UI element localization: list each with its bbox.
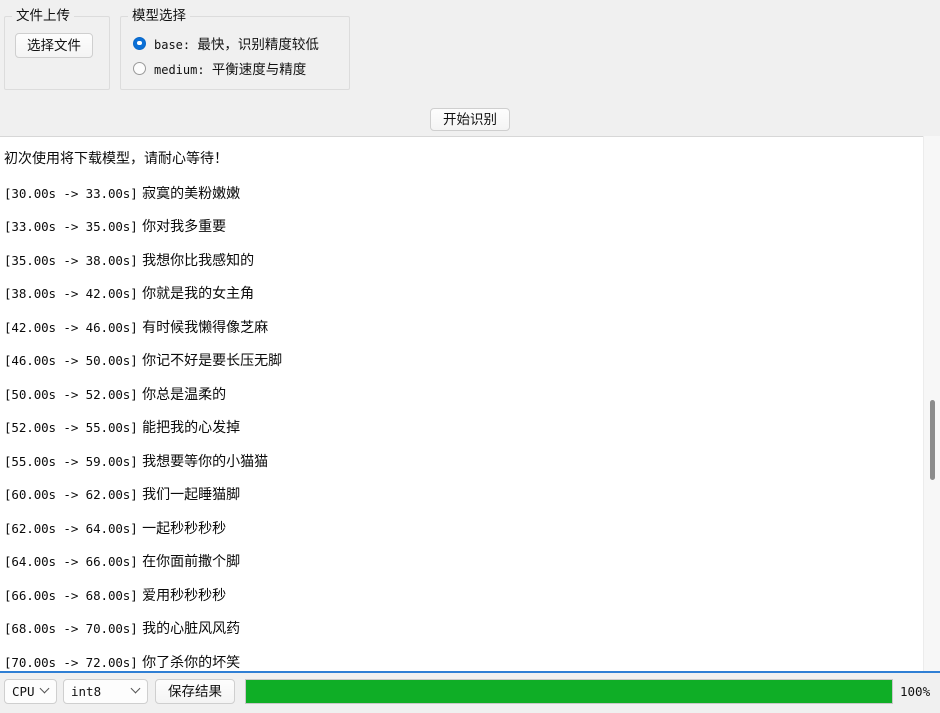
transcript-text: 你对我多重要	[137, 219, 227, 235]
transcript-text: 我的心脏风风药	[137, 621, 241, 637]
transcript-timestamp: [42.00s -> 46.00s]	[4, 319, 138, 335]
transcript-text: 你记不好是要长压无脚	[137, 353, 283, 369]
radio-option-medium-label: medium: 平衡速度与精度	[154, 62, 307, 78]
transcript-timestamp: [70.00s -> 72.00s]	[4, 654, 138, 670]
radio-option-medium[interactable]: medium: 平衡速度与精度	[133, 58, 306, 78]
transcript-timestamp: [64.00s -> 66.00s]	[4, 554, 138, 569]
radio-option-base[interactable]: base: 最快，识别精度较低	[133, 33, 319, 53]
transcript-text: 在你面前撒个脚	[137, 554, 241, 570]
chevron-down-icon	[132, 685, 141, 694]
transcript-text: 我想要等你的小猫猫	[137, 453, 269, 470]
transcript-text: 寂寞的美粉嫩嫩	[137, 185, 241, 202]
device-select-value: CPU	[12, 684, 35, 699]
transcript-text: 你了杀你的坏笑	[137, 654, 241, 671]
progress-bar-fill	[246, 680, 892, 703]
transcript-line: [33.00s -> 35.00s] 你对我多重要	[4, 210, 912, 244]
transcript-line: [35.00s -> 38.00s] 我想你比我感知的	[4, 244, 912, 278]
transcript-text: 能把我的心发掉	[137, 420, 241, 436]
top-control-panel: 文件上传 选择文件 模型选择 base: 最快，识别精度较低 medium: 平…	[0, 0, 940, 131]
scrollbar-thumb[interactable]	[930, 400, 935, 480]
transcript-line: [30.00s -> 33.00s] 寂寞的美粉嫩嫩	[4, 177, 912, 211]
radio-unselected-icon	[133, 61, 146, 75]
transcript-text: 你总是温柔的	[137, 386, 227, 403]
file-upload-group-legend: 文件上传	[12, 8, 74, 24]
transcript-timestamp: [62.00s -> 64.00s]	[4, 520, 138, 536]
transcript-line: [66.00s -> 68.00s] 爱用秒秒秒秒	[4, 579, 912, 613]
transcript-line: [42.00s -> 46.00s] 有时候我懒得像芝麻	[4, 311, 912, 345]
radio-selected-icon	[133, 36, 146, 50]
transcript-text: 爱用秒秒秒秒	[137, 587, 227, 604]
transcript-output-area[interactable]: 初次使用将下载模型，请耐心等待！ [30.00s -> 33.00s] 寂寞的美…	[0, 136, 940, 673]
compute-type-select-value: int8	[71, 684, 102, 699]
transcript-line: [50.00s -> 52.00s] 你总是温柔的	[4, 378, 912, 412]
transcript-line: [64.00s -> 66.00s] 在你面前撒个脚	[4, 545, 912, 579]
transcript-line: [68.00s -> 70.00s] 我的心脏风风药	[4, 612, 912, 646]
transcript-timestamp: [38.00s -> 42.00s]	[4, 286, 138, 301]
transcript-line: [38.00s -> 42.00s] 你就是我的女主角	[4, 277, 912, 311]
radio-option-base-label: base: 最快，识别精度较低	[154, 37, 319, 53]
compute-type-select[interactable]: int8	[63, 679, 148, 704]
transcript-timestamp: [60.00s -> 62.00s]	[4, 487, 138, 502]
transcript-line: [62.00s -> 64.00s] 一起秒秒秒秒	[4, 512, 912, 546]
transcript-line-host: [30.00s -> 33.00s] 寂寞的美粉嫩嫩 [33.00s -> 35.…	[4, 177, 912, 674]
transcript-timestamp: [66.00s -> 68.00s]	[4, 587, 138, 603]
start-recognition-button[interactable]: 开始识别	[430, 108, 510, 131]
transcript-line: [70.00s -> 72.00s] 你了杀你的坏笑	[4, 646, 912, 674]
transcript-text: 一起秒秒秒秒	[137, 520, 227, 537]
transcript-timestamp: [35.00s -> 38.00s]	[4, 252, 138, 268]
chevron-down-icon	[41, 685, 50, 694]
transcript-line: [46.00s -> 50.00s] 你记不好是要长压无脚	[4, 344, 912, 378]
transcript-timestamp: [30.00s -> 33.00s]	[4, 185, 138, 201]
model-selection-group-legend: 模型选择	[128, 8, 190, 24]
transcript-line: [52.00s -> 55.00s] 能把我的心发掉	[4, 411, 912, 445]
transcript-line: [60.00s -> 62.00s] 我们一起睡猫脚	[4, 478, 912, 512]
transcript-text: 我们一起睡猫脚	[137, 487, 241, 503]
transcript-text: 你就是我的女主角	[137, 286, 255, 302]
transcript-timestamp: [50.00s -> 52.00s]	[4, 386, 138, 402]
transcript-timestamp: [68.00s -> 70.00s]	[4, 621, 138, 636]
choose-file-button[interactable]: 选择文件	[15, 33, 93, 58]
transcript-text: 有时候我懒得像芝麻	[137, 319, 269, 336]
transcript-timestamp: [46.00s -> 50.00s]	[4, 353, 138, 368]
status-bar: CPU int8 保存结果 100%	[0, 673, 940, 713]
transcript-scrollbar[interactable]	[923, 136, 940, 672]
save-result-button[interactable]: 保存结果	[155, 679, 235, 704]
transcript-notice: 初次使用将下载模型，请耐心等待！	[4, 151, 228, 167]
model-selection-group: 模型选择 base: 最快，识别精度较低 medium: 平衡速度与精度	[120, 8, 350, 90]
progress-bar	[245, 679, 893, 704]
transcript-timestamp: [55.00s -> 59.00s]	[4, 453, 138, 469]
transcript-line: [55.00s -> 59.00s] 我想要等你的小猫猫	[4, 445, 912, 479]
transcript-lines-container: 初次使用将下载模型，请耐心等待！ [30.00s -> 33.00s] 寂寞的美…	[0, 137, 912, 673]
progress-percent-label: 100%	[900, 684, 931, 699]
device-select[interactable]: CPU	[4, 679, 57, 704]
transcript-timestamp: [33.00s -> 35.00s]	[4, 219, 138, 234]
transcript-timestamp: [52.00s -> 55.00s]	[4, 420, 138, 435]
transcript-text: 我想你比我感知的	[137, 252, 255, 269]
